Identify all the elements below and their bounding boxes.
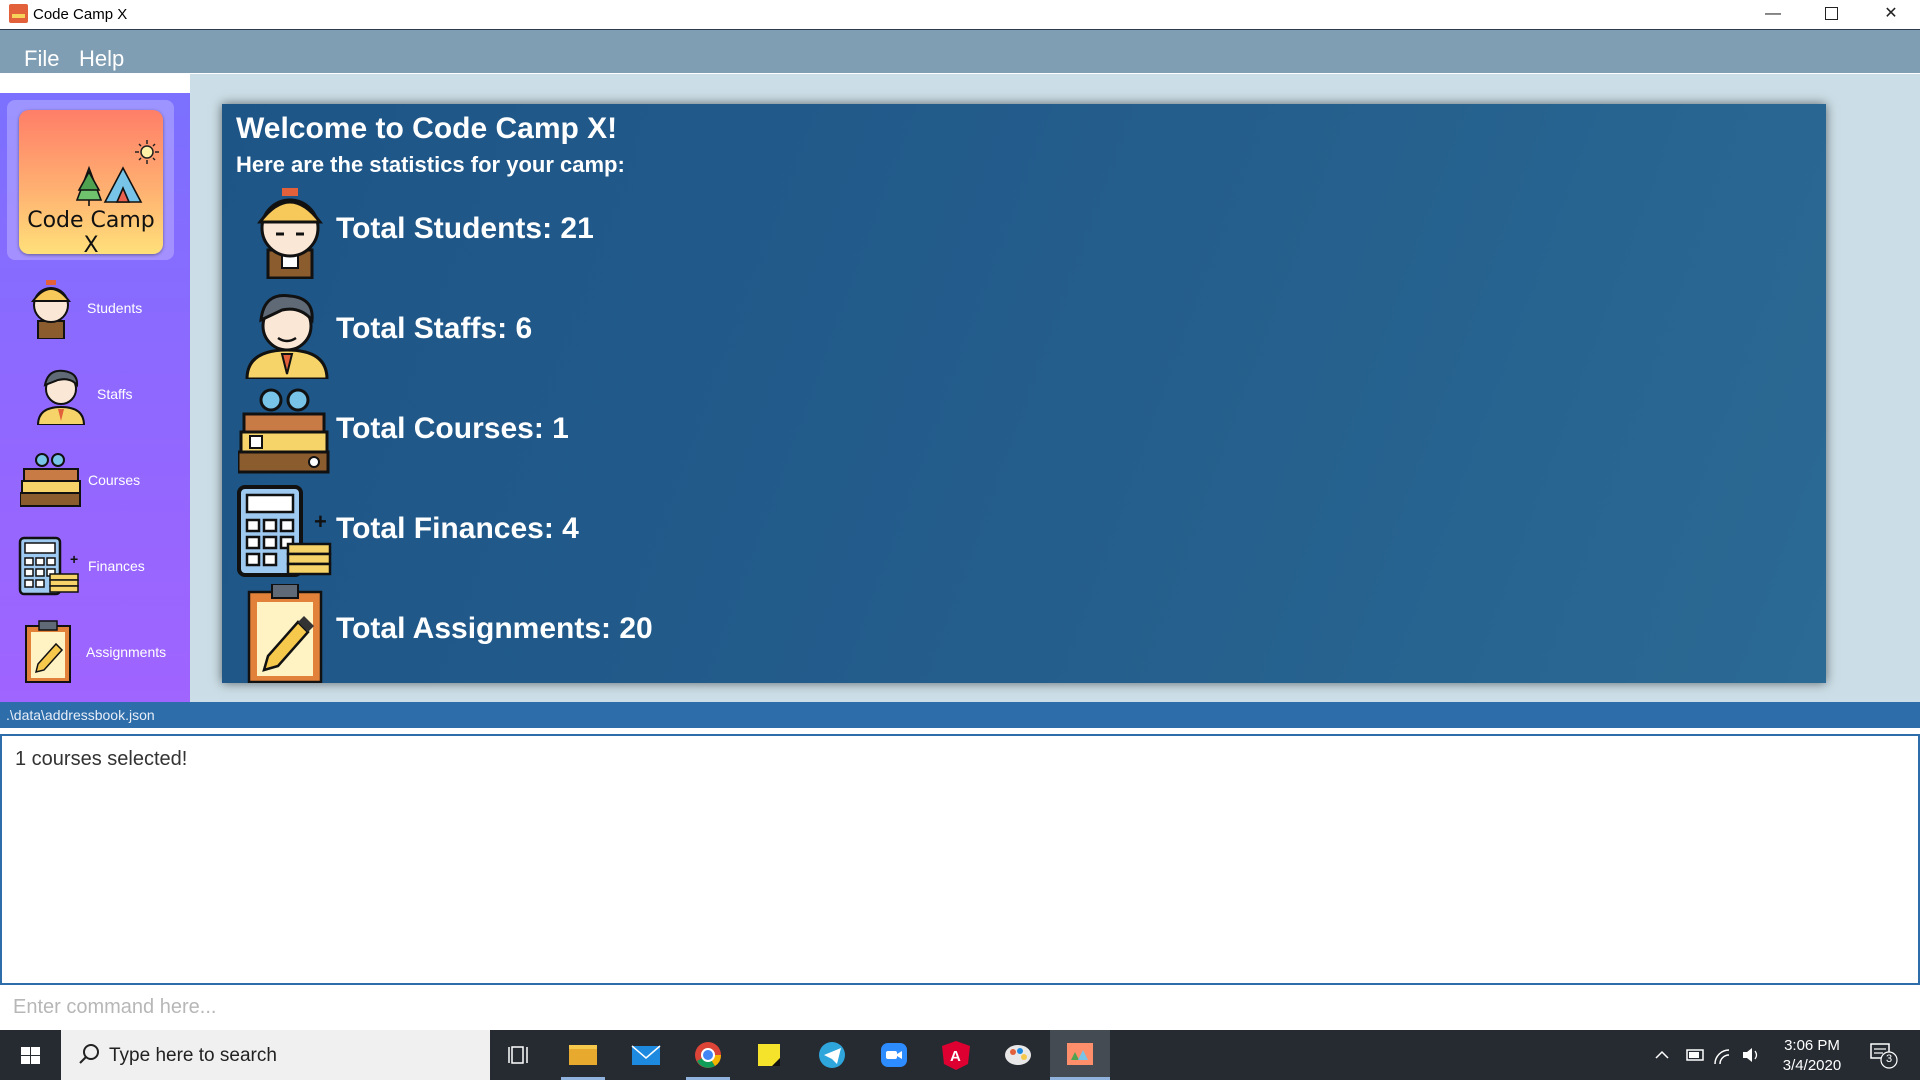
code-camp-x-app-icon (1067, 1043, 1093, 1065)
student-icon (30, 280, 72, 339)
stat-label: Total Finances: 4 (336, 512, 579, 545)
stat-label: Total Courses: 1 (336, 412, 569, 445)
result-display[interactable]: 1 courses selected! (0, 734, 1920, 985)
menu-help[interactable]: Help (79, 46, 124, 72)
sidebar-item-label: Staffs (97, 386, 133, 402)
menu-file[interactable]: File (24, 46, 59, 72)
menu-bar: File Help (0, 30, 1920, 73)
logo-text: Code Camp X (27, 208, 155, 258)
notification-count: 3 (1885, 1053, 1893, 1065)
taskbar-search-placeholder: Type here to search (109, 1045, 277, 1066)
app-icon (9, 4, 28, 23)
file-path-bar: .\data\addressbook.json (0, 702, 1920, 728)
sidebar-item-label: Finances (88, 558, 145, 574)
stat-label: Total Assignments: 20 (336, 612, 653, 645)
chrome-icon (695, 1042, 722, 1068)
stat-label: Total Students: 21 (336, 212, 594, 245)
sidebar-item-label: Assignments (86, 644, 167, 660)
calculator-icon: + (18, 536, 79, 596)
clock-date: 3/4/2020 (1782, 1057, 1842, 1074)
sidebar-item-students[interactable]: Students (0, 273, 190, 343)
main-panel: Welcome to Code Camp X! Here are the sta… (190, 74, 1920, 702)
paint-icon (1005, 1045, 1031, 1065)
sidebar-item-finances[interactable]: + Finances (0, 531, 190, 601)
sidebar-item-label: Courses (88, 472, 141, 488)
window-title: Code Camp X (33, 6, 128, 23)
clock-time: 3:06 PM (1784, 1037, 1840, 1054)
zoom-button[interactable] (864, 1030, 924, 1080)
start-button[interactable] (0, 1030, 61, 1080)
camp-logo-icon (75, 140, 159, 206)
angular-icon: A (942, 1041, 970, 1070)
notification-button[interactable]: 3 (1868, 1040, 1898, 1070)
mail-icon (631, 1045, 661, 1065)
sidebar-item-label: Students (87, 300, 143, 316)
calculator-icon: + (237, 485, 332, 577)
taskbar-search[interactable]: Type here to search (61, 1030, 490, 1080)
svg-text:+: + (70, 551, 78, 567)
code-camp-x-taskbar-button[interactable] (1050, 1030, 1110, 1080)
clipboard-icon (247, 584, 323, 683)
statistics-card: Welcome to Code Camp X! Here are the sta… (222, 104, 1826, 683)
books-icon (20, 453, 81, 507)
close-button[interactable]: ✕ (1862, 0, 1920, 29)
svg-text:A: A (950, 1048, 961, 1065)
title-bar: Code Camp X — ✕ (0, 0, 1920, 30)
task-view-icon (508, 1046, 528, 1064)
minimize-button[interactable]: — (1744, 0, 1802, 29)
result-message: 1 courses selected! (15, 748, 188, 770)
stat-assignments: Total Assignments: 20 (236, 584, 936, 683)
telegram-icon (819, 1042, 845, 1068)
stat-label: Total Staffs: 6 (336, 312, 533, 345)
student-icon (256, 188, 324, 279)
statistics-subtitle: Here are the statistics for your camp: (236, 152, 625, 177)
welcome-heading: Welcome to Code Camp X! (236, 112, 618, 145)
paint-button[interactable] (988, 1030, 1048, 1080)
taskbar: Type here to search A 3:06 PM 3/4/2020 3 (0, 1030, 1920, 1080)
stat-courses: Total Courses: 1 (236, 384, 936, 479)
staff-icon (36, 369, 86, 425)
folder-icon (569, 1045, 597, 1065)
mail-button[interactable] (616, 1030, 676, 1080)
maximize-button[interactable] (1802, 0, 1860, 29)
staff-icon (245, 294, 329, 379)
logo-container[interactable]: Code Camp X (7, 100, 174, 260)
angular-button[interactable]: A (926, 1030, 986, 1080)
stat-staffs: Total Staffs: 6 (236, 284, 936, 379)
chrome-button[interactable] (678, 1030, 738, 1080)
stat-students: Total Students: 21 (236, 184, 936, 279)
file-path: .\data\addressbook.json (6, 707, 155, 723)
sticky-notes-icon (758, 1044, 780, 1066)
sidebar-item-staffs[interactable]: Staffs (0, 359, 190, 429)
sidebar: Code Camp X Students Staffs Courses + Fi… (0, 93, 190, 702)
telegram-button[interactable] (802, 1030, 862, 1080)
windows-icon (21, 1047, 40, 1064)
maximize-icon (1824, 7, 1838, 21)
stat-finances: + Total Finances: 4 (236, 484, 936, 579)
search-icon (79, 1044, 99, 1064)
taskbar-clock[interactable]: 3:06 PM 3/4/2020 (1762, 1036, 1862, 1076)
task-view-button[interactable] (490, 1030, 550, 1080)
zoom-icon (881, 1043, 907, 1067)
sticky-notes-button[interactable] (740, 1030, 800, 1080)
clipboard-icon (25, 620, 71, 683)
file-explorer-button[interactable] (553, 1030, 613, 1080)
system-tray-icons[interactable] (1645, 1030, 1765, 1080)
svg-text:+: + (314, 509, 327, 534)
app-logo: Code Camp X (19, 110, 163, 258)
command-input[interactable] (0, 985, 1920, 1029)
books-icon (238, 388, 330, 474)
sidebar-item-assignments[interactable]: Assignments (0, 617, 190, 687)
sidebar-item-courses[interactable]: Courses (0, 445, 190, 515)
